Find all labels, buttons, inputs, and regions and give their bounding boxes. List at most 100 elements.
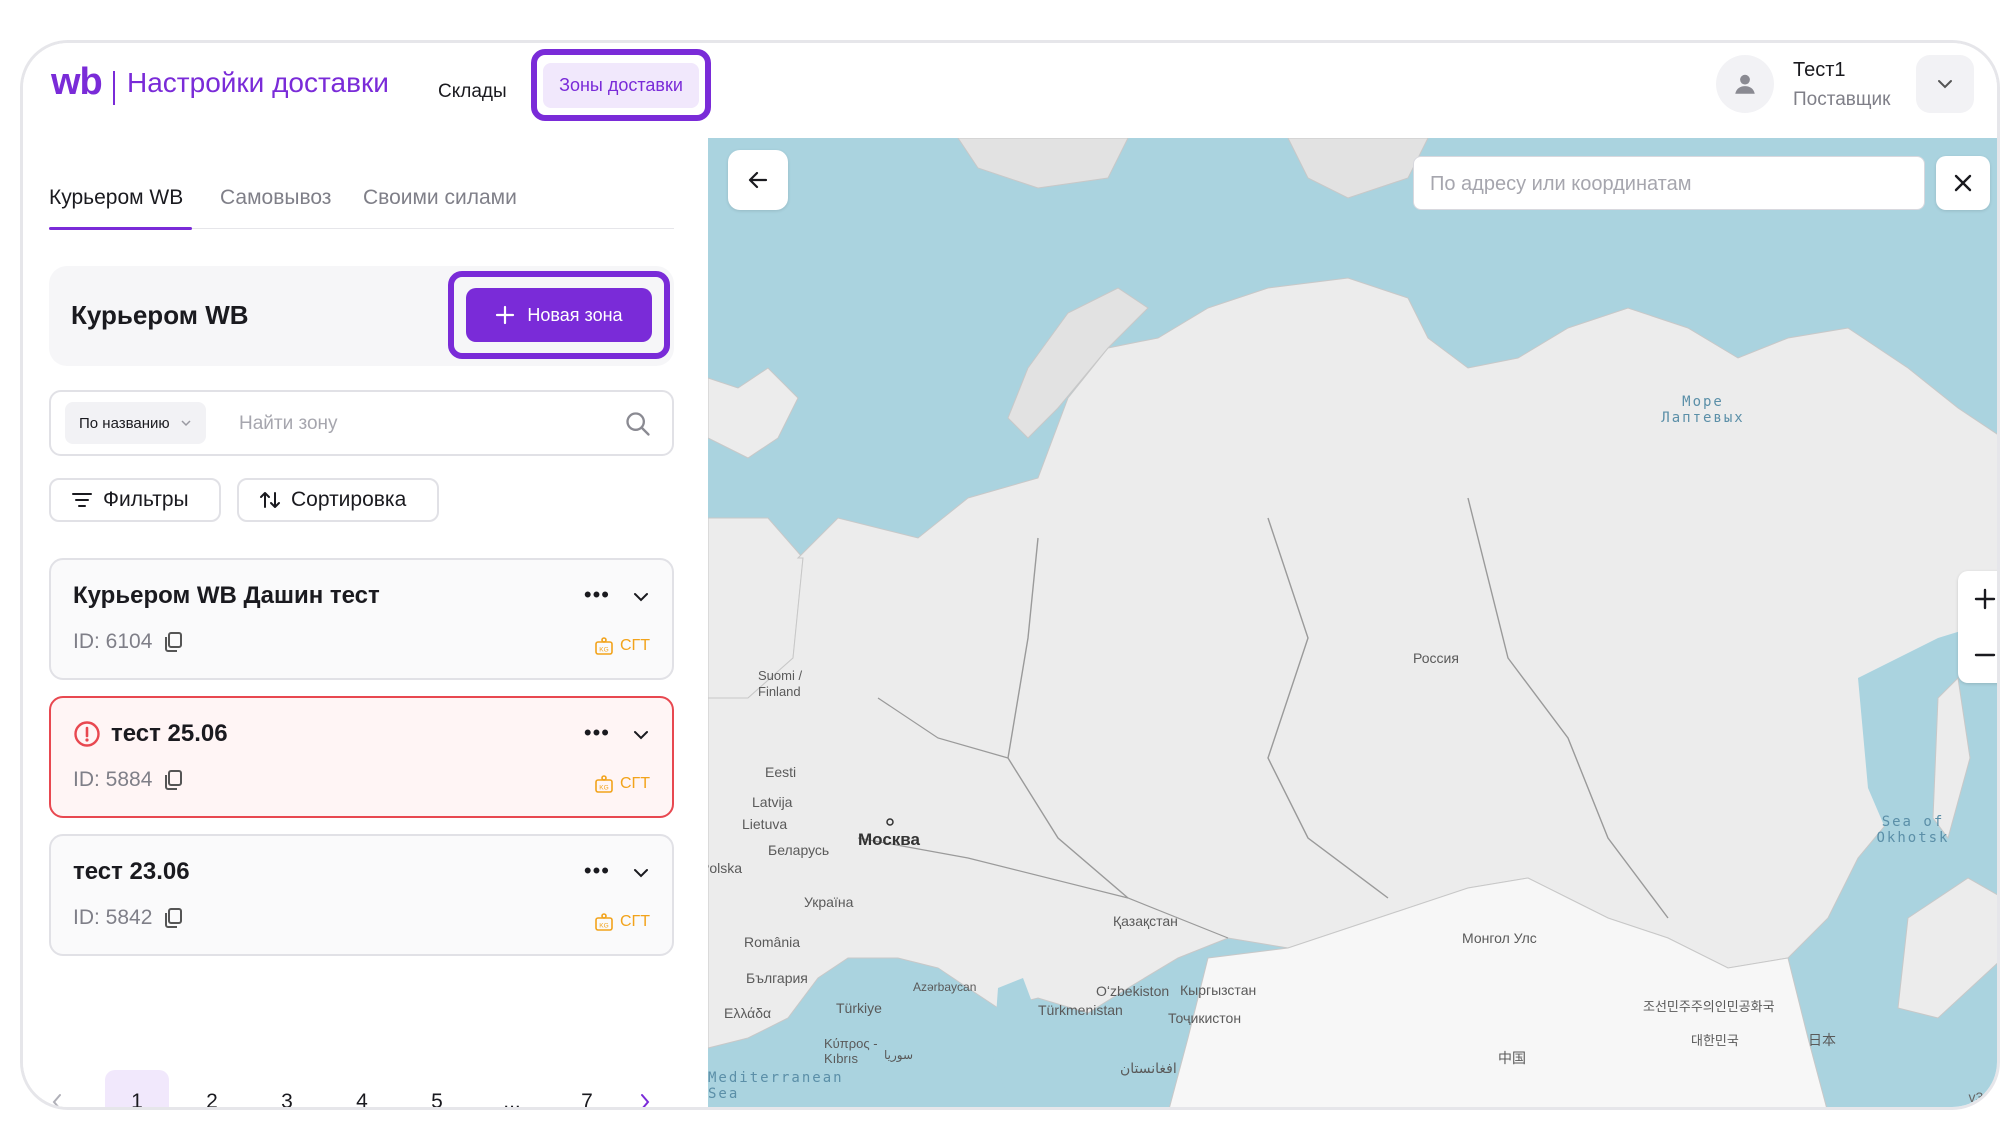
prev-page-button[interactable] [37,1070,77,1107]
zoom-in-button[interactable] [1958,571,1997,627]
map-label-ukraine: Україна [804,894,854,910]
zone-id-text: ID: 5842 [73,906,153,929]
user-icon [1735,74,1755,94]
map-label-japan: 日本 [1808,1032,1836,1048]
user-avatar[interactable] [1716,55,1774,113]
map-label-mongolia: Монгол Улс [1462,930,1537,946]
map-label-azerbaijan: Azərbaycan [913,980,977,994]
map-close-button[interactable] [1936,156,1990,210]
map-label-north-korea: 조선민주주의인민공화국 [1643,999,1775,1014]
active-tab-indicator [49,227,192,230]
zone-id: ID: 6104 [73,630,184,654]
page-button[interactable]: 2 [180,1070,244,1107]
tab-own-delivery[interactable]: Своими силами [363,186,517,210]
weight-icon: KG [595,913,613,931]
zones-panel: Курьером WB Самовывоз Своими силами Курь… [23,138,703,1110]
zone-id: ID: 5884 [73,768,184,792]
zone-card[interactable]: тест 25.06 ••• ID: 5884 KG СГТ [49,696,674,818]
map-back-button[interactable] [728,150,788,210]
sort-button[interactable]: Сортировка [237,478,439,522]
nav-zones-highlight: Зоны доставки [531,49,711,121]
zoom-out-button[interactable] [1958,627,1997,683]
zone-card[interactable]: тест 23.06 ••• ID: 5842 KG СГТ [49,834,674,956]
map-label-belarus: Беларусь [768,842,830,858]
section-header: Курьером WB Новая зона [49,266,674,366]
page-button[interactable]: 4 [330,1070,394,1107]
more-options-icon[interactable]: ••• [584,582,610,608]
wb-logo[interactable]: wb [51,61,103,104]
map-label-latvia: Latvija [752,794,793,810]
page-ellipsis: ... [503,1090,521,1110]
chevron-down-icon[interactable] [632,588,650,606]
map-label-okhotsk-sea: Sea of Okhotsk [1876,814,1950,846]
plus-icon [496,305,515,325]
arrow-left-icon [748,171,768,189]
minus-icon [1974,653,1996,657]
close-icon [1954,174,1972,192]
map-address-search [1413,156,1925,210]
nav-delivery-zones[interactable]: Зоны доставки [543,62,699,108]
map-label-lithuania: Lietuva [742,816,788,832]
app-window: wb Настройки доставки Склады Зоны достав… [20,40,2000,1110]
chevron-down-icon [181,420,191,427]
map-label-tajikistan: Тоҷикистон [1168,1010,1242,1026]
new-zone-highlight: Новая зона [448,271,670,359]
copy-icon[interactable] [162,769,184,791]
plus-icon [1974,588,1996,610]
tab-courier-wb[interactable]: Курьером WB [49,186,183,210]
map-label-greece: Ελλάδα [724,1005,772,1021]
zone-search: По названию [49,390,674,456]
filter-icon [72,493,92,507]
svg-text:KG: KG [599,923,608,930]
delivery-type-tabs: Курьером WB Самовывоз Своими силами [49,178,674,230]
zone-name: тест 23.06 [73,858,190,885]
page-button[interactable]: 7 [555,1070,619,1107]
search-mode-label: По названию [79,414,170,432]
zone-id-text: ID: 5884 [73,768,153,791]
map-label-poland: Polska [708,860,743,876]
user-menu-button[interactable] [1916,55,1974,113]
search-icon[interactable] [624,410,652,438]
chevron-down-icon[interactable] [632,726,650,744]
map-label-syria: سوريا [884,1048,914,1062]
zone-search-input[interactable] [237,406,621,442]
chevron-left-icon [52,1094,61,1107]
more-options-icon[interactable]: ••• [584,720,610,746]
map-label-turkey: Türkiye [836,1000,882,1016]
search-mode-select[interactable]: По названию [65,402,206,444]
map-base [708,138,1997,1107]
zone-name: тест 25.06 [111,720,228,747]
filters-button[interactable]: Фильтры [49,478,221,522]
map-label-finland: Suomi / Finland [758,668,803,699]
zone-tag-label: СГТ [620,637,650,654]
copy-icon[interactable] [162,907,184,929]
sort-label: Сортировка [291,488,407,511]
chevron-down-icon[interactable] [632,864,650,882]
map-label-uzbekistan: Oʻzbekiston [1096,983,1170,999]
more-options-icon[interactable]: ••• [584,858,610,884]
page-button[interactable]: 5 [405,1070,469,1107]
map-label-russia: Россия [1413,650,1459,666]
next-page-button[interactable] [625,1070,665,1107]
map-label-estonia: Eesti [765,764,797,780]
zone-id-text: ID: 6104 [73,630,153,653]
zone-tag: KG СГТ [594,912,650,932]
map-label-kyrgyzstan: Кыргызстан [1180,982,1257,998]
map-label-kazakhstan: Қазақстан [1113,913,1178,929]
nav-warehouses[interactable]: Склады [438,81,507,103]
map-address-input[interactable] [1428,167,1912,201]
new-zone-button[interactable]: Новая зона [466,288,652,342]
top-header: wb Настройки доставки Склады Зоны достав… [23,43,1997,138]
svg-text:KG: KG [599,647,608,654]
map-label-laptev-sea: Море Лаптевых [1661,394,1745,426]
zone-card[interactable]: Курьером WB Дашин тест ••• ID: 6104 KG С… [49,558,674,680]
map-label-turkmenistan: Türkmenistan [1038,1002,1123,1018]
page-button[interactable]: 1 [105,1070,169,1107]
zone-name: Курьером WB Дашин тест [73,582,380,609]
zone-id: ID: 5842 [73,906,184,930]
logo-separator [113,71,115,105]
copy-icon[interactable] [162,631,184,653]
page-button[interactable]: 3 [255,1070,319,1107]
map-view[interactable]: Россия Москва Suomi / Finland Eesti Latv… [708,138,1997,1107]
tab-pickup[interactable]: Самовывоз [220,186,331,210]
